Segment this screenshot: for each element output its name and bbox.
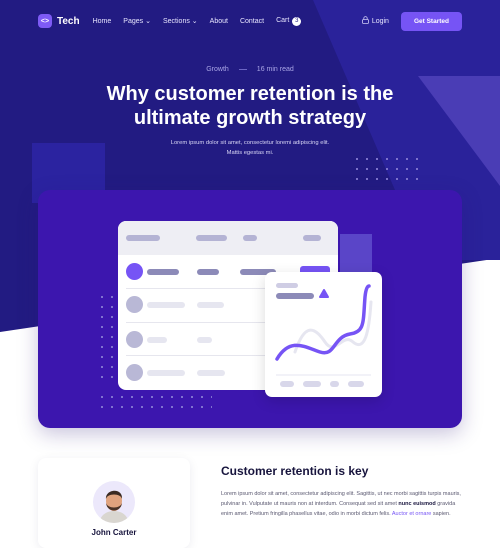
placeholder-bar [126, 235, 160, 241]
placeholder-bar [197, 269, 219, 275]
placeholder-bar [303, 235, 321, 241]
row-avatar [126, 364, 143, 381]
subtitle-line: Lorem ipsum dolor sit amet, consectetur … [170, 140, 330, 146]
line-chart-graphic [275, 284, 373, 376]
avatar [93, 481, 135, 523]
category-label[interactable]: Growth [206, 66, 229, 73]
placeholder-bar [348, 381, 364, 387]
row-avatar [126, 263, 143, 280]
placeholder-bar [197, 302, 224, 308]
placeholder-bar [243, 235, 257, 241]
cart-count-badge: 3 [292, 16, 302, 26]
placeholder-bar [197, 337, 212, 343]
nav-label: Sections [162, 18, 190, 25]
read-time: 16 min read [256, 66, 294, 73]
login-link[interactable]: Login [361, 16, 389, 26]
placeholder-bar [303, 381, 321, 387]
nav-home[interactable]: Home [93, 18, 112, 25]
nav-label: Cart [276, 16, 290, 24]
bold-text: nunc euismod [398, 501, 436, 507]
nav-sections[interactable]: Sections ⌄ [163, 17, 198, 25]
placeholder-bar [196, 235, 227, 241]
placeholder-bar [197, 370, 225, 376]
get-started-button[interactable]: Get Started [400, 11, 462, 31]
placeholder-bar [147, 269, 179, 275]
hero-subtitle: Lorem ipsum dolor sit amet, consectetur … [0, 138, 500, 158]
inline-link[interactable]: Auctor et ornare [392, 511, 431, 517]
divider [238, 68, 247, 70]
placeholder-bar [280, 381, 294, 387]
lock-icon [361, 16, 369, 26]
subtitle-line: Mattis egestas mi. [226, 150, 274, 156]
chart-illustration [265, 272, 382, 397]
navbar: <> Tech Home Pages ⌄ Sections ⌄ About Con… [38, 11, 462, 31]
nav-about[interactable]: About [210, 18, 228, 25]
article-paragraph: Lorem ipsum dolor sit amet, consectetur … [221, 489, 466, 519]
decor-dots [352, 154, 422, 186]
decor-shape [340, 234, 372, 274]
placeholder-bar [147, 302, 185, 308]
logo[interactable]: <> Tech [38, 14, 80, 28]
nav-contact[interactable]: Contact [240, 18, 264, 25]
nav-cart[interactable]: Cart 3 [276, 16, 302, 26]
nav-label: Pages [123, 18, 144, 25]
nav-pages[interactable]: Pages ⌄ [123, 17, 151, 25]
text: sapien. [431, 511, 451, 517]
chevron-down-icon: ⌄ [145, 18, 151, 25]
row-avatar [126, 331, 143, 348]
code-icon: <> [38, 14, 52, 28]
section-heading: Customer retention is key [221, 464, 369, 478]
author-name: John Carter [91, 528, 137, 537]
login-label: Login [371, 17, 389, 25]
placeholder-bar [330, 381, 339, 387]
chevron-down-icon: ⌄ [191, 18, 198, 25]
decor-dots [97, 392, 212, 412]
placeholder-bar [147, 337, 167, 343]
placeholder-bar [147, 370, 185, 376]
decor-dots [97, 292, 119, 382]
page-title: Why customer retention is the ultimate g… [106, 83, 394, 129]
row-avatar [126, 296, 143, 313]
article-meta: Growth 16 min read [0, 66, 500, 73]
brand-name: Tech [57, 15, 80, 27]
